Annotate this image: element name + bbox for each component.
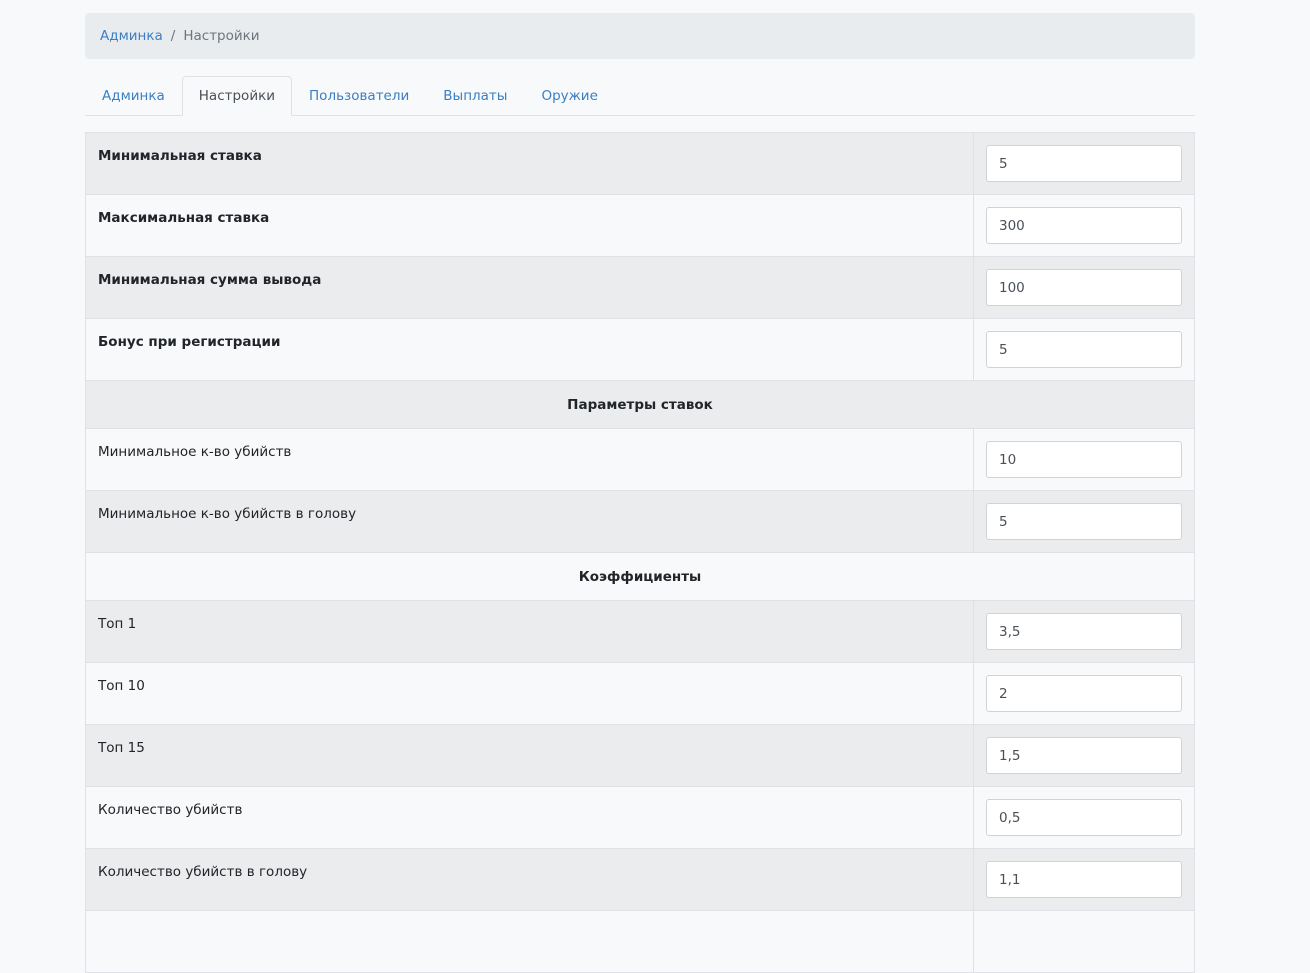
table-row: Количество убийств в голову [85, 848, 1195, 911]
table-row: Топ 10 [85, 662, 1195, 725]
breadcrumb: Админка / Настройки [85, 13, 1195, 59]
tab-weapons[interactable]: Оружие [524, 76, 614, 116]
breadcrumb-home-link[interactable]: Админка [100, 28, 163, 44]
table-row: Количество убийств [85, 786, 1195, 849]
min-kills-input[interactable] [986, 441, 1182, 478]
section-header-bet-params: Параметры ставок [85, 380, 1195, 429]
settings-table: Минимальная ставка Максимальная ставка М… [85, 132, 1195, 973]
table-row [85, 910, 1195, 973]
setting-label-min-bet: Минимальная ставка [85, 132, 974, 195]
section-header-row: Коэффициенты [85, 552, 1195, 601]
top1-coefficient-input[interactable] [986, 613, 1182, 650]
setting-label-top15: Топ 15 [85, 724, 974, 787]
table-row: Топ 15 [85, 724, 1195, 787]
tab-settings[interactable]: Настройки [181, 76, 293, 116]
setting-label-top1: Топ 1 [85, 600, 974, 663]
min-withdrawal-input[interactable] [986, 269, 1182, 306]
tab-users[interactable]: Пользователи [292, 76, 426, 116]
main-container: Админка / Настройки Админка Настройки По… [85, 13, 1195, 973]
table-row: Минимальное к-во убийств в голову [85, 490, 1195, 553]
min-headshots-input[interactable] [986, 503, 1182, 540]
top10-coefficient-input[interactable] [986, 675, 1182, 712]
table-row: Топ 1 [85, 600, 1195, 663]
setting-label-min-headshots: Минимальное к-во убийств в голову [85, 490, 974, 553]
tab-admin[interactable]: Админка [85, 76, 182, 116]
table-row: Минимальное к-во убийств [85, 428, 1195, 491]
section-header-row: Параметры ставок [85, 380, 1195, 429]
table-row: Минимальная сумма вывода [85, 256, 1195, 319]
top15-coefficient-input[interactable] [986, 737, 1182, 774]
setting-label-registration-bonus: Бонус при регистрации [85, 318, 974, 381]
breadcrumb-separator: / [170, 28, 176, 44]
setting-label-max-bet: Максимальная ставка [85, 194, 974, 257]
breadcrumb-current: Настройки [183, 28, 260, 44]
setting-label-top10: Топ 10 [85, 662, 974, 725]
registration-bonus-input[interactable] [986, 331, 1182, 368]
kills-coefficient-input[interactable] [986, 799, 1182, 836]
headshots-coefficient-input[interactable] [986, 861, 1182, 898]
nav-tabs: Админка Настройки Пользователи Выплаты О… [85, 76, 1195, 116]
tab-payouts[interactable]: Выплаты [426, 76, 524, 116]
min-bet-input[interactable] [986, 145, 1182, 182]
section-header-coefficients: Коэффициенты [85, 552, 1195, 601]
setting-label-next [85, 910, 974, 973]
setting-label-kills-count: Количество убийств [85, 786, 974, 849]
max-bet-input[interactable] [986, 207, 1182, 244]
table-row: Бонус при регистрации [85, 318, 1195, 381]
table-row: Максимальная ставка [85, 194, 1195, 257]
setting-label-headshots-count: Количество убийств в голову [85, 848, 974, 911]
setting-label-min-kills: Минимальное к-во убийств [85, 428, 974, 491]
table-row: Минимальная ставка [85, 132, 1195, 195]
setting-label-min-withdrawal: Минимальная сумма вывода [85, 256, 974, 319]
